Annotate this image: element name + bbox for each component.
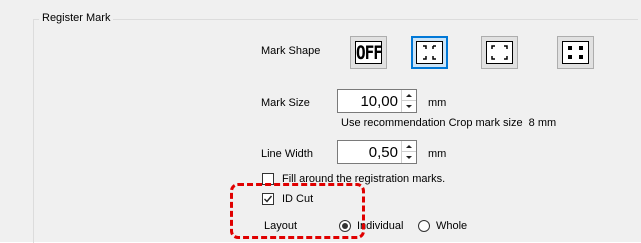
line-width-label: Line Width bbox=[261, 148, 313, 160]
mark-shape-corner-outward-button[interactable] bbox=[411, 36, 448, 69]
off-shape-icon: OFF bbox=[355, 41, 383, 64]
mark-size-unit: mm bbox=[428, 97, 447, 109]
line-width-unit: mm bbox=[428, 148, 447, 160]
mark-size-spinner[interactable] bbox=[337, 89, 417, 113]
spin-down-arrow-icon[interactable] bbox=[402, 101, 416, 112]
checkmark-icon bbox=[264, 195, 273, 203]
fill-around-label: Fill around the registration marks. bbox=[282, 173, 446, 185]
spin-up-arrow-icon[interactable] bbox=[402, 141, 416, 152]
id-cut-label: ID Cut bbox=[282, 193, 314, 205]
mark-shape-label: Mark Shape bbox=[261, 45, 321, 57]
layout-whole-label: Whole bbox=[436, 220, 468, 232]
mark-size-label: Mark Size bbox=[261, 97, 310, 109]
layout-individual-radio[interactable] bbox=[339, 220, 351, 232]
fill-around-checkbox[interactable] bbox=[262, 173, 274, 185]
layout-individual-label: Individual bbox=[357, 220, 404, 232]
mark-shape-off-button[interactable]: OFF bbox=[350, 36, 387, 69]
id-cut-checkbox[interactable] bbox=[262, 193, 274, 205]
corner-inward-mark-icon bbox=[486, 41, 513, 64]
line-width-spinner[interactable] bbox=[337, 140, 417, 164]
layout-label: Layout bbox=[264, 220, 298, 232]
corner-outward-mark-icon bbox=[416, 41, 443, 64]
mark-shape-corner-inward-button[interactable] bbox=[481, 36, 518, 69]
mark-size-input[interactable] bbox=[338, 90, 401, 112]
filled-squares-mark-icon bbox=[562, 41, 589, 64]
group-title: Register Mark bbox=[39, 12, 114, 24]
register-mark-groupbox bbox=[33, 19, 638, 243]
spin-up-arrow-icon[interactable] bbox=[402, 90, 416, 101]
mark-shape-filled-squares-button[interactable] bbox=[557, 36, 594, 69]
spin-down-arrow-icon[interactable] bbox=[402, 152, 416, 163]
layout-whole-radio[interactable] bbox=[418, 220, 430, 232]
line-width-input[interactable] bbox=[338, 141, 401, 163]
crop-mark-size-hint: Use recommendation Crop mark size 8 mm bbox=[341, 117, 557, 129]
